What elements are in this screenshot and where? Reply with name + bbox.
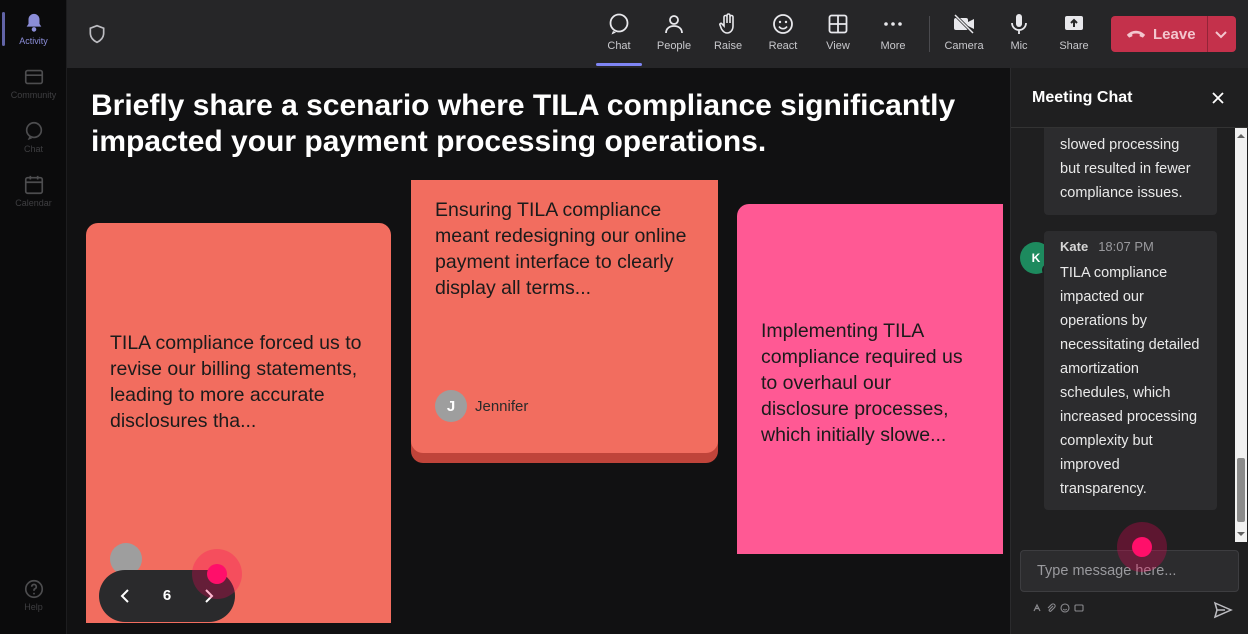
- rail-item-activity[interactable]: Activity: [0, 2, 67, 56]
- chevron-down-icon[interactable]: [1213, 26, 1229, 42]
- message-text: TILA compliance impacted our operations …: [1060, 265, 1200, 497]
- meeting-chat-panel: Meeting Chat slowed processing but resul…: [1010, 68, 1248, 634]
- card-author: J Jennifer: [435, 390, 528, 422]
- mic-icon: [1011, 14, 1027, 34]
- card-text: Implementing TILA compliance required us…: [761, 320, 963, 446]
- message-sender: Kate: [1060, 239, 1089, 254]
- rail-item-label: Chat: [23, 144, 43, 154]
- attach-icon[interactable]: [1046, 603, 1056, 613]
- share-button[interactable]: Share: [1050, 10, 1098, 62]
- rail-item-label: Help: [24, 602, 43, 612]
- rail-item-label: Calendar: [15, 198, 52, 208]
- people-button[interactable]: People: [650, 10, 698, 62]
- rail-item-community[interactable]: Community: [0, 56, 67, 110]
- people-icon: [665, 15, 683, 34]
- view-label: View: [826, 40, 850, 52]
- more-label: More: [880, 40, 906, 52]
- chat-messages: slowed processing but resulted in fewer …: [1011, 128, 1235, 542]
- avatar-initial: K: [1031, 251, 1041, 265]
- chat-button[interactable]: Chat: [595, 10, 643, 66]
- send-icon[interactable]: [1213, 600, 1233, 620]
- message-meta: Kate 18:07 PM: [1060, 239, 1201, 259]
- emoji-icon[interactable]: [1060, 603, 1070, 613]
- scroll-down-icon[interactable]: [1237, 530, 1245, 538]
- community-icon: [24, 69, 43, 85]
- react-label: React: [768, 40, 798, 52]
- shield-icon: [89, 24, 105, 44]
- card-text: Ensuring TILA compliance meant redesigni…: [435, 199, 687, 299]
- chat-icon: [25, 121, 42, 141]
- leave-divider: [1207, 16, 1208, 52]
- avatar: J: [435, 390, 467, 422]
- message-text: slowed processing but resulted in fewer …: [1060, 137, 1191, 201]
- scroll-up-icon[interactable]: [1237, 132, 1245, 140]
- app-rail: Activity Community Chat Calendar Help: [0, 0, 67, 634]
- raise-hand-button[interactable]: Raise: [704, 10, 752, 62]
- response-card[interactable]: Ensuring TILA compliance meant redesigni…: [411, 180, 718, 453]
- rail-item-chat[interactable]: Chat: [0, 110, 67, 164]
- presentation-stage: Briefly share a scenario where TILA comp…: [67, 68, 1010, 634]
- chat-title: Meeting Chat: [1032, 89, 1133, 106]
- camera-button[interactable]: Camera: [940, 10, 988, 62]
- gif-icon[interactable]: [1074, 603, 1084, 613]
- bell-icon: [26, 13, 41, 32]
- smiley-icon: [773, 14, 793, 34]
- response-card[interactable]: Implementing TILA compliance required us…: [737, 204, 1003, 554]
- scrollbar-thumb[interactable]: [1237, 458, 1245, 522]
- close-icon[interactable]: [1210, 90, 1226, 106]
- leave-button[interactable]: Leave: [1111, 16, 1236, 52]
- question-title: Briefly share a scenario where TILA comp…: [91, 89, 956, 158]
- grid-view-icon: [828, 14, 848, 34]
- format-icon[interactable]: [1032, 603, 1042, 613]
- more-button[interactable]: More: [869, 10, 917, 62]
- camera-off-icon: [953, 13, 975, 35]
- rail-item-help[interactable]: Help: [0, 568, 67, 622]
- chat-scrollbar[interactable]: [1235, 128, 1247, 542]
- meeting-toolbar: Chat People Raise React View More Camera…: [67, 0, 1248, 68]
- people-label: People: [656, 40, 692, 52]
- share-label: Share: [1059, 40, 1089, 52]
- react-button[interactable]: React: [759, 10, 807, 62]
- camera-label: Camera: [944, 40, 984, 52]
- chat-icon: [609, 13, 629, 35]
- toolbar-divider: [929, 16, 930, 52]
- author-name: Jennifer: [475, 397, 529, 415]
- chevron-left-icon[interactable]: [115, 586, 135, 606]
- chat-message: Kate 18:07 PM TILA compliance impacted ou…: [1044, 231, 1217, 510]
- view-button[interactable]: View: [814, 10, 862, 62]
- pointer-highlight: [192, 549, 242, 599]
- mic-button[interactable]: Mic: [995, 10, 1043, 62]
- raise-hand-icon: [719, 13, 734, 34]
- hang-up-icon: [1126, 30, 1146, 38]
- message-time: 18:07 PM: [1098, 239, 1154, 254]
- calendar-icon: [24, 175, 43, 195]
- help-icon: [24, 579, 43, 599]
- pointer-highlight: [1117, 522, 1167, 572]
- raise-label: Raise: [713, 40, 743, 52]
- leave-label: Leave: [1153, 26, 1196, 43]
- page-number: 6: [162, 587, 172, 604]
- chat-label: Chat: [607, 40, 631, 52]
- chat-message: slowed processing but resulted in fewer …: [1044, 128, 1217, 215]
- share-screen-icon: [1065, 16, 1083, 30]
- rail-item-label: Community: [10, 90, 57, 100]
- chat-header: Meeting Chat: [1011, 68, 1248, 128]
- rail-item-label: Activity: [19, 36, 48, 46]
- rail-item-calendar[interactable]: Calendar: [0, 164, 67, 218]
- more-icon: [884, 22, 902, 26]
- mic-label: Mic: [1010, 40, 1028, 52]
- card-text: TILA compliance forced us to revise our …: [110, 332, 362, 432]
